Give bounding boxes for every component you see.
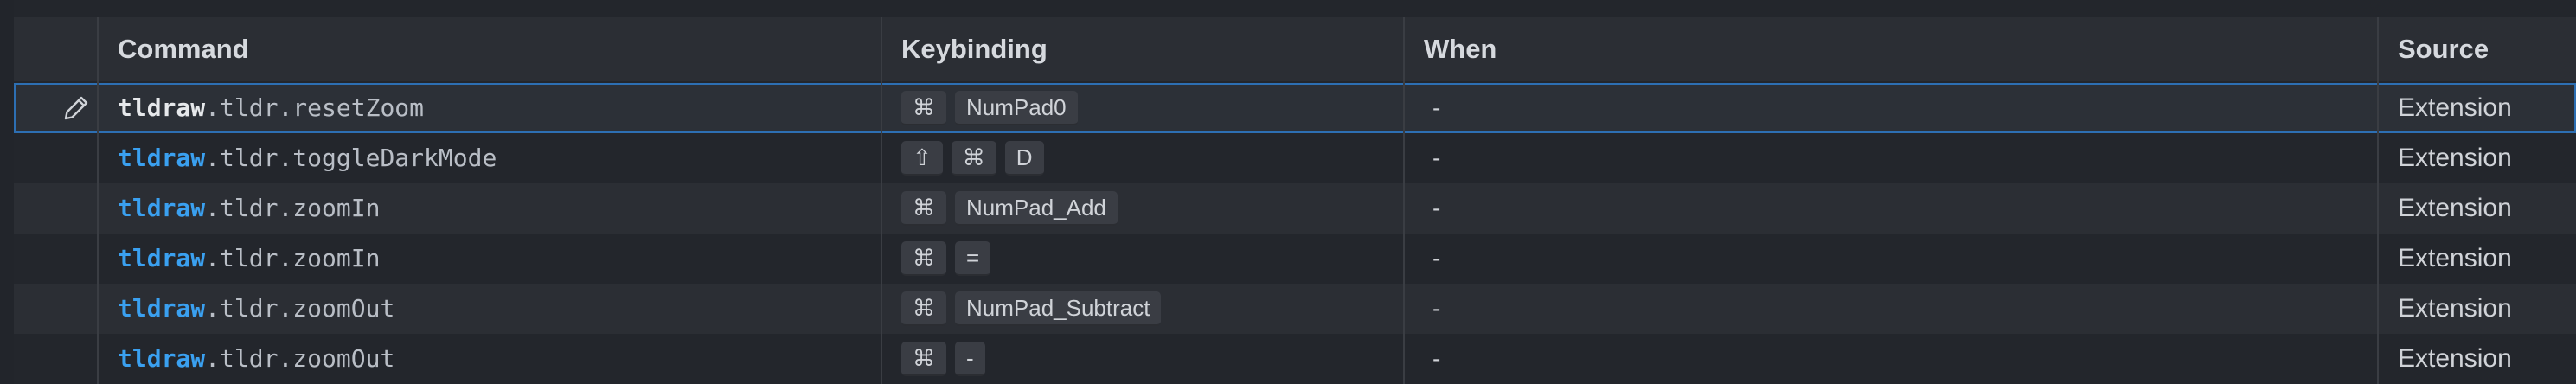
keybinding-cell: ⇧ ⌘ D <box>901 133 1044 183</box>
keybinding-cell: ⌘ NumPad_Add <box>901 183 1118 234</box>
header-source[interactable]: Source <box>2398 17 2489 81</box>
command-cell: tldraw.tldr.zoomOut <box>118 334 394 384</box>
command-extension: tldraw <box>118 144 206 172</box>
command-extension: tldraw <box>118 93 206 122</box>
key-cap: ⌘ <box>901 342 946 376</box>
when-cell: - <box>1432 195 1441 221</box>
when-cell: - <box>1432 94 1441 121</box>
when-cell: - <box>1432 295 1441 322</box>
header-command[interactable]: Command <box>118 17 249 81</box>
source-cell: Extension <box>2398 194 2512 222</box>
key-cap: NumPad0 <box>955 91 1078 125</box>
command-id: .tldr.toggleDarkMode <box>205 144 497 172</box>
table-row[interactable]: tldraw.tldr.resetZoom ⌘ NumPad0 - Extension <box>14 83 2576 133</box>
source-cell: Extension <box>2398 144 2512 172</box>
source-cell: Extension <box>2398 294 2512 323</box>
keybinding-cell: ⌘ NumPad_Subtract <box>901 284 1162 334</box>
column-divider[interactable] <box>881 17 882 384</box>
table-row[interactable]: tldraw.tldr.zoomIn ⌘ = - Extension <box>14 234 2576 284</box>
key-cap: = <box>955 241 991 276</box>
key-cap: ⌘ <box>901 291 946 326</box>
key-cap: D <box>1004 141 1044 176</box>
key-cap: ⌘ <box>951 141 996 176</box>
command-extension: tldraw <box>118 294 206 323</box>
source-cell: Extension <box>2398 244 2512 272</box>
pencil-icon[interactable] <box>61 93 92 124</box>
key-cap: - <box>955 342 985 376</box>
when-cell: - <box>1432 144 1441 171</box>
key-cap: NumPad_Subtract <box>955 291 1162 326</box>
when-cell: - <box>1432 345 1441 372</box>
source-cell: Extension <box>2398 93 2512 122</box>
keybinding-cell: ⌘ - <box>901 334 985 384</box>
source-cell: Extension <box>2398 344 2512 373</box>
when-cell: - <box>1432 245 1441 272</box>
command-id: .tldr.zoomIn <box>205 244 381 272</box>
column-divider[interactable] <box>97 17 99 384</box>
command-cell: tldraw.tldr.zoomIn <box>118 183 380 234</box>
command-cell: tldraw.tldr.toggleDarkMode <box>118 133 497 183</box>
command-id: .tldr.zoomIn <box>205 194 381 222</box>
header-when[interactable]: When <box>1424 17 1496 81</box>
table-row[interactable]: tldraw.tldr.toggleDarkMode ⇧ ⌘ D - Extension <box>14 133 2576 183</box>
header-keybinding[interactable]: Keybinding <box>901 17 1048 81</box>
key-cap: ⌘ <box>901 241 946 276</box>
command-id: .tldr.zoomOut <box>205 294 395 323</box>
keybinding-cell: ⌘ = <box>901 234 991 284</box>
table-row[interactable]: tldraw.tldr.zoomIn ⌘ NumPad_Add - Extension <box>14 183 2576 234</box>
command-id: .tldr.zoomOut <box>205 344 395 373</box>
keybinding-cell: ⌘ NumPad0 <box>901 83 1078 133</box>
keybindings-table: Command Keybinding When Source tldraw.tl… <box>14 0 2576 384</box>
column-divider[interactable] <box>1403 17 1405 384</box>
command-cell: tldraw.tldr.resetZoom <box>118 83 424 133</box>
key-cap: ⇧ <box>901 141 943 176</box>
command-cell: tldraw.tldr.zoomIn <box>118 234 380 284</box>
command-extension: tldraw <box>118 244 206 272</box>
command-cell: tldraw.tldr.zoomOut <box>118 284 394 334</box>
command-id: .tldr.resetZoom <box>205 93 425 122</box>
table-row[interactable]: tldraw.tldr.zoomOut ⌘ - - Extension <box>14 334 2576 384</box>
table-header: Command Keybinding When Source <box>14 17 2576 81</box>
command-extension: tldraw <box>118 344 206 373</box>
key-cap: ⌘ <box>901 191 946 226</box>
command-extension: tldraw <box>118 194 206 222</box>
key-cap: NumPad_Add <box>955 191 1118 226</box>
key-cap: ⌘ <box>901 91 946 125</box>
table-row[interactable]: tldraw.tldr.zoomOut ⌘ NumPad_Subtract - Exte… <box>14 284 2576 334</box>
column-divider[interactable] <box>2377 17 2379 384</box>
